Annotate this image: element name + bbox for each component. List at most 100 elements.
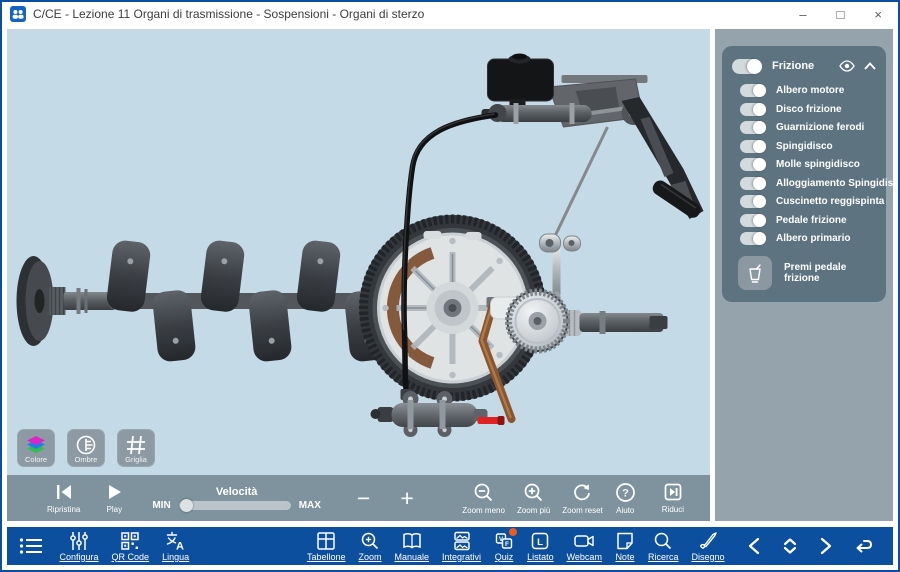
shadows-button[interactable]: Ombre <box>67 429 105 467</box>
taskbar-item-manuale[interactable]: Manuale <box>395 531 430 562</box>
3d-viewport[interactable]: Colore Ombre Griglia <box>7 29 710 475</box>
taskbar-item-label: Manuale <box>395 552 430 562</box>
taskbar-item-disegno[interactable]: Disegno <box>691 531 724 562</box>
taskbar-item-label: Configura <box>60 552 99 562</box>
shadows-button-label: Ombre <box>68 455 104 464</box>
taskbar-item-lingua[interactable]: A Lingua <box>162 531 189 562</box>
note-icon <box>615 531 635 551</box>
panel-header: Frizione <box>732 55 876 77</box>
speed-label: Velocità <box>216 486 258 498</box>
zoom-in-button[interactable]: Zoom più <box>517 482 550 515</box>
taskbar-item-label: QR Code <box>112 552 150 562</box>
nav-return-button[interactable] <box>854 537 873 555</box>
zoom-in-label: Zoom più <box>517 506 550 515</box>
speed-increase-button[interactable]: + <box>400 487 413 510</box>
eye-icon[interactable] <box>839 60 855 72</box>
grid-button[interactable]: Griglia <box>117 429 155 467</box>
help-icon: ? <box>615 482 636 503</box>
speed-slider-knob[interactable] <box>180 499 193 512</box>
svg-text:F: F <box>505 541 509 548</box>
reduce-label: Riduci <box>662 505 684 514</box>
part-label: Spingidisco <box>776 141 833 152</box>
restore-button[interactable]: Ripristina <box>47 482 80 514</box>
speed-min-label: MIN <box>152 500 170 511</box>
taskbar-item-quiz[interactable]: V F Quiz <box>494 531 514 562</box>
taskbar-item-label: Listato <box>527 552 554 562</box>
app-window: C/CE - Lezione 11 Organi di trasmissione… <box>0 0 900 572</box>
albero-primario-toggle[interactable] <box>740 232 766 245</box>
taskbar-item-webcam[interactable]: Webcam <box>567 531 602 562</box>
taskbar-item-label: Disegno <box>691 552 724 562</box>
color-button[interactable]: Colore <box>17 429 55 467</box>
parts-panel: Frizione Albero motore <box>722 46 886 302</box>
albero-motore-toggle[interactable] <box>740 84 766 97</box>
taskbar-item-listato[interactable]: L Listato <box>527 531 554 562</box>
zoom-reset-label: Zoom reset <box>562 506 602 515</box>
zoom-out-button[interactable]: Zoom meno <box>462 482 505 515</box>
speed-slider[interactable] <box>179 501 291 510</box>
search-icon <box>653 531 673 551</box>
taskbar-item-qr-code[interactable]: QR Code <box>112 531 150 562</box>
menu-button[interactable] <box>19 536 43 556</box>
close-button[interactable]: × <box>874 8 882 21</box>
taskbar-item-zoom[interactable]: Zoom <box>358 531 381 562</box>
press-pedal-button[interactable] <box>738 256 772 290</box>
chevron-up-icon[interactable] <box>864 62 876 70</box>
play-icon <box>104 482 124 502</box>
disco-frizione-toggle[interactable] <box>740 103 766 116</box>
app-icon <box>10 6 26 22</box>
speed-decrease-button[interactable]: − <box>357 487 370 510</box>
taskbar-item-label: Note <box>615 552 634 562</box>
reduce-button[interactable]: Riduci <box>662 482 684 514</box>
taskbar-item-configura[interactable]: Configura <box>60 531 99 562</box>
skip-start-icon <box>54 482 74 502</box>
taskbar-item-label: Webcam <box>567 552 602 562</box>
part-label: Guarnizione ferodi <box>776 122 864 133</box>
sliders-icon <box>69 531 89 551</box>
view-options: Colore Ombre Griglia <box>17 429 155 467</box>
taskbar-item-label: Quiz <box>495 552 514 562</box>
taskbar-item-label: Zoom <box>358 552 381 562</box>
spingidisco-toggle[interactable] <box>740 140 766 153</box>
list-menu-icon <box>19 536 43 556</box>
panel-header-label: Frizione <box>772 60 814 72</box>
part-row-spingidisco: Spingidisco <box>740 140 876 153</box>
3d-scene-canvas[interactable] <box>7 29 710 475</box>
magnifier-plus-icon <box>360 531 380 551</box>
part-label: Disco frizione <box>776 104 842 115</box>
part-label: Pedale frizione <box>776 215 847 226</box>
help-label: Aiuto <box>616 506 634 515</box>
color-button-label: Colore <box>18 455 54 464</box>
book-icon <box>402 531 422 551</box>
nav-previous-button[interactable] <box>747 537 761 555</box>
quiz-notification-dot <box>509 528 517 536</box>
alloggiamento-spingidisco-toggle[interactable] <box>740 177 766 190</box>
taskbar-item-tabellone[interactable]: Tabellone <box>307 531 346 562</box>
parts-list: Albero motore Disco frizione Guarnizione… <box>732 84 876 245</box>
zoom-out-label: Zoom meno <box>462 506 505 515</box>
taskbar-item-ricerca[interactable]: Ricerca <box>648 531 679 562</box>
window-title: C/CE - Lezione 11 Organi di trasmissione… <box>33 7 424 21</box>
part-row-molle-spingidisco: Molle spingidisco <box>740 158 876 171</box>
molle-spingidisco-toggle[interactable] <box>740 158 766 171</box>
minimize-button[interactable]: – <box>799 8 806 21</box>
nav-expand-button[interactable] <box>782 537 798 555</box>
cuscinetto-reggispinta-toggle[interactable] <box>740 195 766 208</box>
qr-code-icon <box>120 531 140 551</box>
maximize-button[interactable]: □ <box>837 8 845 21</box>
part-label: Albero motore <box>776 85 844 96</box>
frizione-toggle[interactable] <box>732 59 762 74</box>
grid-button-label: Griglia <box>118 455 154 464</box>
nav-next-button[interactable] <box>819 537 833 555</box>
taskbar-item-note[interactable]: Note <box>615 531 635 562</box>
help-button[interactable]: ? Aiuto <box>615 482 636 515</box>
pedale-frizione-toggle[interactable] <box>740 214 766 227</box>
zoom-reset-button[interactable]: Zoom reset <box>562 482 602 515</box>
board-grid-icon <box>316 531 336 551</box>
taskbar-item-label: Lingua <box>162 552 189 562</box>
taskbar-item-integrativi[interactable]: Integrativi <box>442 531 481 562</box>
play-button[interactable]: Play <box>104 482 124 514</box>
main-area: Colore Ombre Griglia <box>7 29 893 521</box>
taskbar: Configura QR Code A Lingua <box>7 527 893 565</box>
guarnizione-ferodi-toggle[interactable] <box>740 121 766 134</box>
